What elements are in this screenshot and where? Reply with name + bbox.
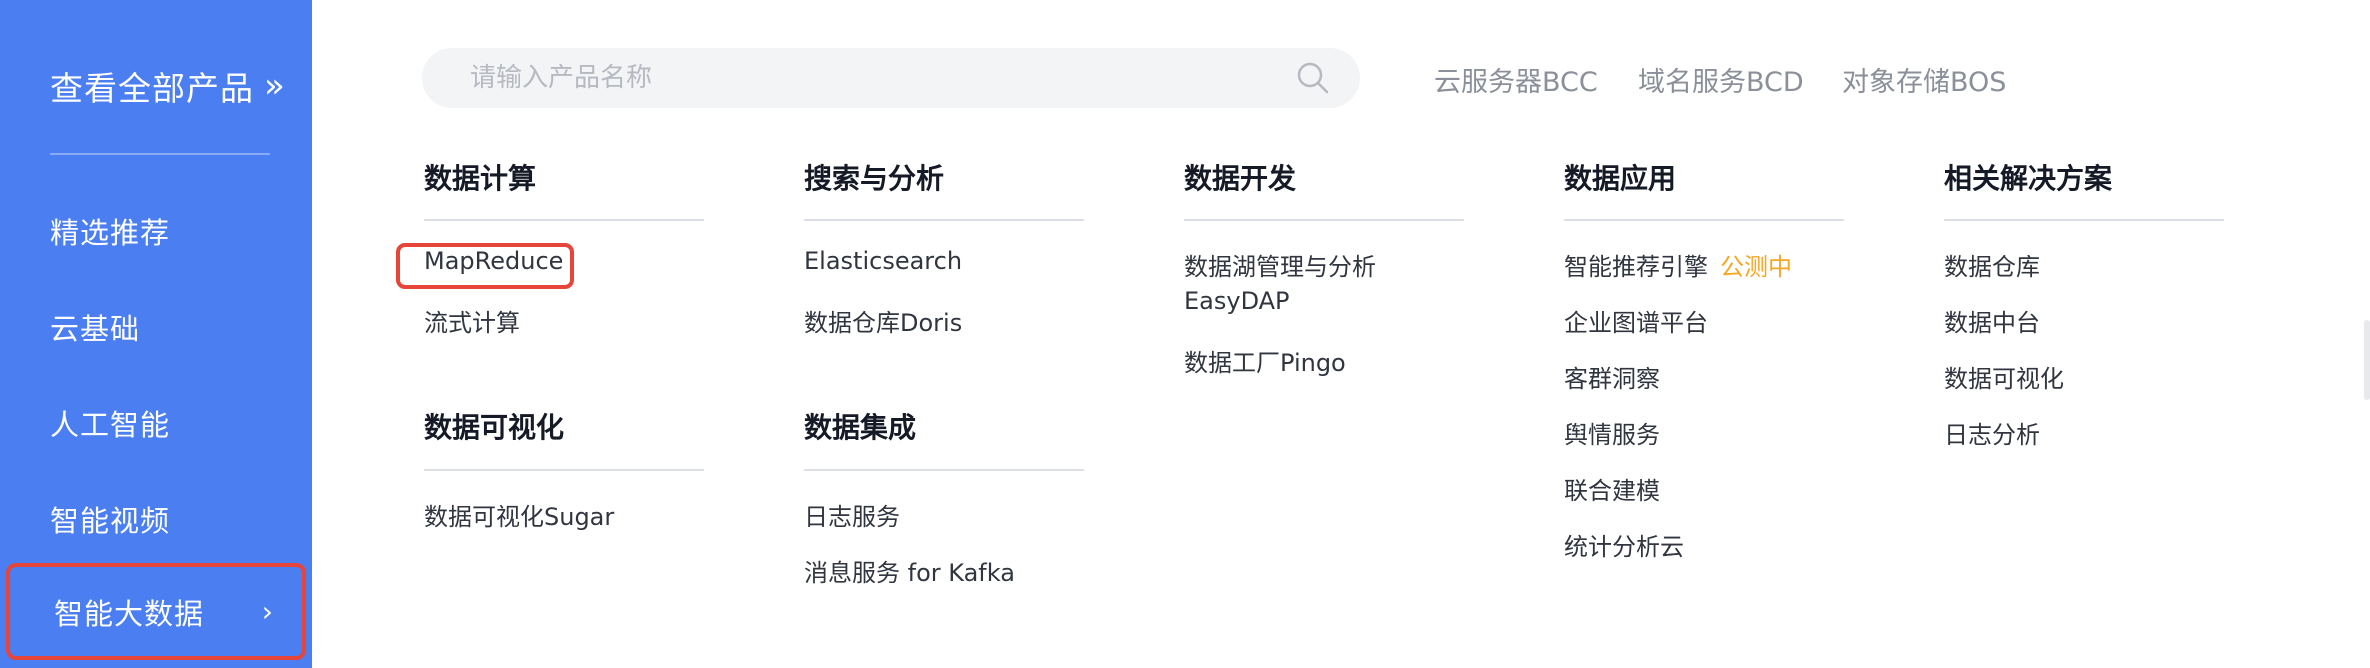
solution-data-visualization[interactable]: 数据可视化 (1944, 359, 2064, 394)
chevron-right-icon: › (261, 595, 274, 628)
sidebar-item-big-data[interactable]: 智能大数据 › (6, 563, 306, 660)
category-title-data-development: 数据开发 (1184, 162, 1297, 195)
solution-log-analysis[interactable]: 日志分析 (1944, 415, 2040, 450)
search-icon[interactable] (1296, 61, 1330, 95)
product-log-service[interactable]: 日志服务 (804, 497, 900, 532)
category-divider (804, 469, 1084, 471)
solution-data-middle-platform[interactable]: 数据中台 (1944, 303, 2040, 338)
product-sentiment[interactable]: 舆情服务 (1564, 415, 1660, 450)
quick-link-bcd[interactable]: 域名服务BCD (1638, 60, 1804, 99)
category-title-data-compute: 数据计算 (424, 162, 537, 195)
category-title-data-visualization: 数据可视化 (424, 411, 565, 444)
scrollbar[interactable] (2364, 320, 2370, 400)
sidebar-divider (50, 153, 270, 155)
category-divider (424, 219, 704, 221)
product-stats-cloud[interactable]: 统计分析云 (1564, 527, 1684, 562)
product-customer-insight[interactable]: 客群洞察 (1564, 359, 1660, 394)
all-products-link[interactable]: 查看全部产品 » (50, 62, 286, 110)
category-divider (1184, 219, 1464, 221)
search-box (422, 48, 1360, 108)
sidebar-item-label: 智能大数据 (54, 596, 205, 631)
category-title-solutions: 相关解决方案 (1944, 162, 2113, 195)
product-data-lake[interactable]: 数据湖管理与分析 (1184, 247, 1376, 282)
double-chevron-right-icon: » (264, 66, 286, 106)
category-divider (1564, 219, 1844, 221)
category-title-data-integration: 数据集成 (804, 411, 917, 444)
product-sugar[interactable]: 数据可视化Sugar (424, 497, 614, 532)
product-label: 智能推荐引擎 (1564, 253, 1708, 281)
product-recommend-engine[interactable]: 智能推荐引擎 公测中 (1564, 247, 1792, 282)
product-pingo[interactable]: 数据工厂Pingo (1184, 343, 1346, 378)
quick-link-bcc[interactable]: 云服务器BCC (1434, 60, 1598, 99)
category-title-search-analytics: 搜索与分析 (804, 162, 945, 195)
sidebar-item-cloud-basics[interactable]: 云基础 (50, 306, 140, 348)
quick-link-bos[interactable]: 对象存储BOS (1842, 60, 2006, 99)
product-federated-modeling[interactable]: 联合建模 (1564, 471, 1660, 506)
category-divider (1944, 219, 2224, 221)
sidebar: 查看全部产品 » 精选推荐 云基础 人工智能 智能视频 智能大数据 › (0, 0, 312, 668)
category-divider (804, 219, 1084, 221)
product-kafka[interactable]: 消息服务 for Kafka (804, 553, 1015, 588)
product-elasticsearch[interactable]: Elasticsearch (804, 247, 962, 275)
product-knowledge-graph[interactable]: 企业图谱平台 (1564, 303, 1708, 338)
all-products-label: 查看全部产品 (50, 69, 254, 108)
highlight-box (396, 243, 574, 289)
product-doris[interactable]: 数据仓库Doris (804, 303, 962, 338)
beta-badge: 公测中 (1720, 253, 1792, 281)
category-divider (424, 469, 704, 471)
category-title-data-applications: 数据应用 (1564, 162, 1677, 195)
sidebar-item-featured[interactable]: 精选推荐 (50, 210, 170, 252)
solution-data-warehouse[interactable]: 数据仓库 (1944, 247, 2040, 282)
sidebar-item-smart-video[interactable]: 智能视频 (50, 498, 170, 540)
product-stream-compute[interactable]: 流式计算 (424, 303, 520, 338)
product-easydap[interactable]: EasyDAP (1184, 287, 1290, 315)
search-input[interactable] (470, 48, 1270, 108)
sidebar-item-ai[interactable]: 人工智能 (50, 402, 170, 444)
